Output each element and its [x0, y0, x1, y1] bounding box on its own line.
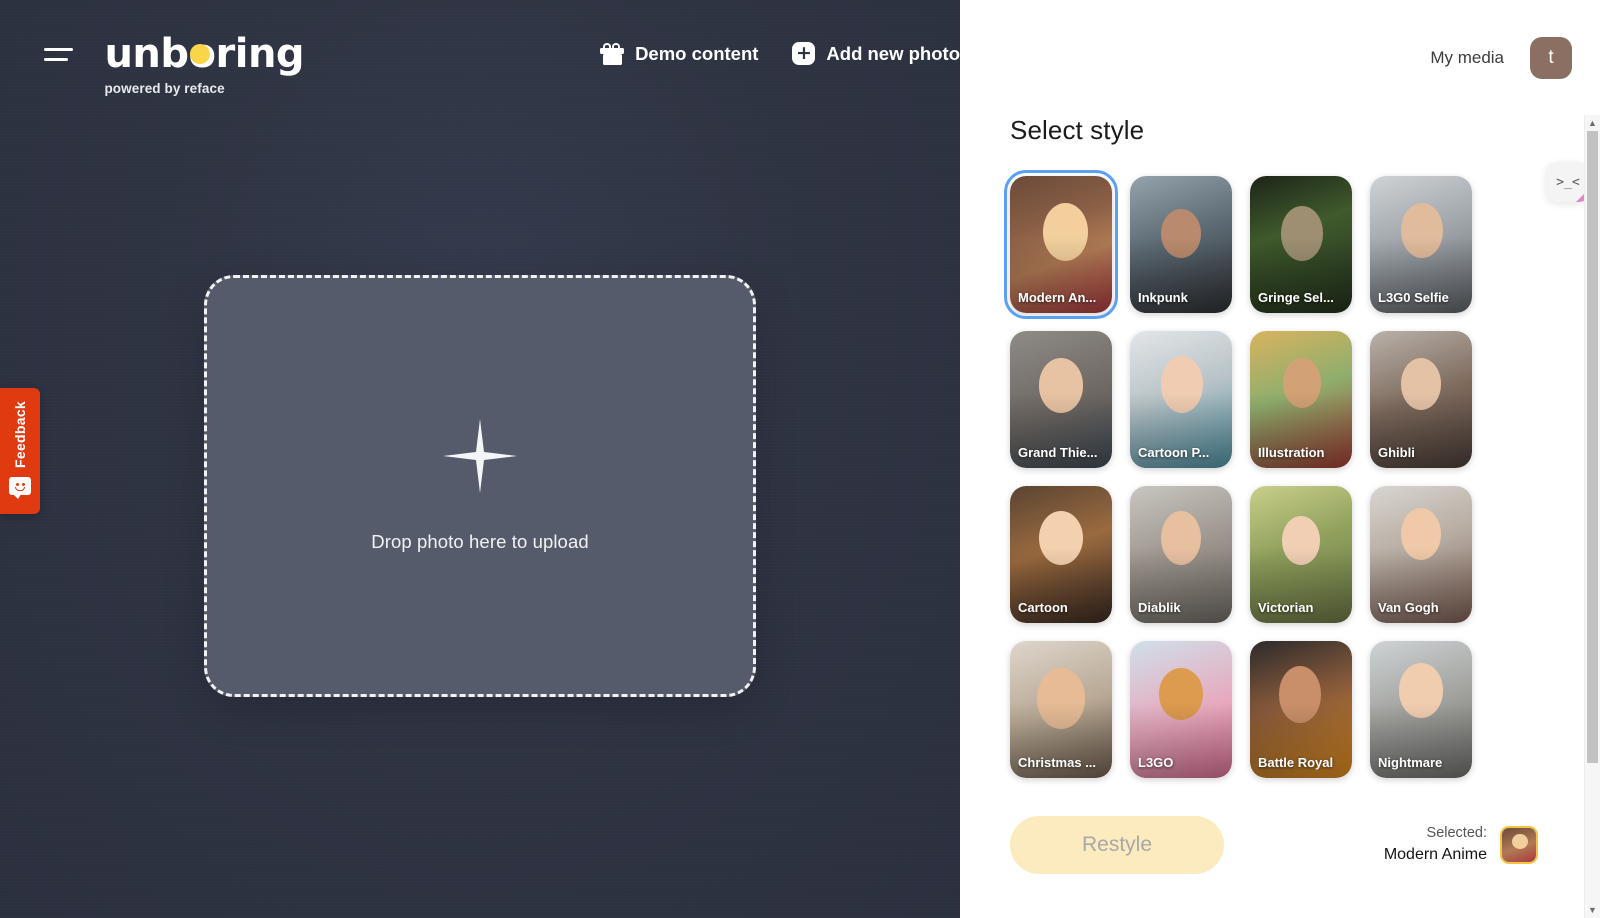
style-label: Cartoon P... — [1138, 445, 1210, 460]
page-title: Select style — [1010, 115, 1145, 145]
photo-dropzone[interactable]: Drop photo here to upload — [204, 275, 756, 697]
left-topbar: unboring powered by reface Demo content … — [0, 0, 960, 118]
style-label: Grand Thie... — [1018, 445, 1098, 460]
right-topbar: My media t — [960, 0, 1600, 115]
selected-style-info: Selected: Modern Anime — [1384, 824, 1538, 865]
panel-footer: Restyle Selected: Modern Anime — [1010, 816, 1600, 874]
demo-content-label: Demo content — [635, 42, 759, 64]
top-actions: Demo content + Add new photo — [600, 42, 960, 65]
style-label: Diablik — [1138, 600, 1181, 615]
plus-icon — [443, 419, 517, 493]
style-card[interactable]: Gringe Sel... — [1250, 176, 1352, 313]
editor-stage: Drop photo here to upload — [0, 86, 960, 886]
gift-icon — [600, 42, 625, 65]
hamburger-line-bottom — [44, 58, 68, 61]
style-card[interactable]: Illustration — [1250, 331, 1352, 468]
style-label: Battle Royal — [1258, 755, 1334, 770]
style-label: Ghibli — [1378, 445, 1415, 460]
my-media-link[interactable]: My media — [1430, 48, 1504, 68]
style-card[interactable]: Cartoon P... — [1130, 331, 1232, 468]
editor-panel: unboring powered by reface Demo content … — [0, 0, 960, 918]
style-label: Christmas ... — [1018, 755, 1097, 770]
add-new-photo-button[interactable]: + Add new photo — [792, 42, 960, 65]
selected-style-thumbnail[interactable] — [1500, 826, 1538, 864]
hamburger-line-top — [44, 48, 73, 51]
scrollbar-thumb[interactable] — [1587, 131, 1598, 763]
plus-icon: + — [792, 42, 816, 65]
style-card[interactable]: L3G0 Selfie — [1370, 176, 1472, 313]
feedback-label: Feedback — [12, 401, 28, 468]
smiley-bubble-icon — [9, 477, 31, 499]
style-card[interactable]: Christmas ... — [1010, 641, 1112, 778]
style-label: L3G0 Selfie — [1378, 290, 1449, 305]
style-panel: My media t Select style Modern An... Inkp… — [960, 0, 1600, 918]
style-card[interactable]: Nightmare — [1370, 641, 1472, 778]
vertical-scrollbar[interactable]: ▲ ▼ — [1584, 115, 1600, 918]
style-label: Cartoon — [1018, 600, 1068, 615]
feedback-tab[interactable]: Feedback — [0, 388, 40, 514]
style-card[interactable]: Victorian — [1250, 486, 1352, 623]
app-root: unboring powered by reface Demo content … — [0, 0, 1600, 918]
dropzone-label: Drop photo here to upload — [371, 531, 589, 552]
brand-logo[interactable]: unboring powered by reface — [104, 34, 304, 96]
style-label: Modern An... — [1018, 290, 1097, 305]
style-card[interactable]: Cartoon — [1010, 486, 1112, 623]
style-label: Nightmare — [1378, 755, 1443, 770]
add-new-photo-label: Add new photo — [826, 42, 960, 64]
style-grid: Modern An... Inkpunk Gringe Sel... L3G0 Sel… — [1004, 170, 1600, 778]
style-card[interactable]: Grand Thie... — [1010, 331, 1112, 468]
style-card[interactable]: Modern An... — [1004, 170, 1118, 319]
style-label: L3GO — [1138, 755, 1174, 770]
scroll-up-arrow-icon[interactable]: ▲ — [1584, 115, 1600, 131]
style-label: Inkpunk — [1138, 290, 1188, 305]
style-card[interactable]: Diablik — [1130, 486, 1232, 623]
hamburger-icon[interactable] — [44, 48, 76, 61]
style-card[interactable]: Van Gogh — [1370, 486, 1472, 623]
style-label: Victorian — [1258, 600, 1314, 615]
style-label: Illustration — [1258, 445, 1325, 460]
demo-content-button[interactable]: Demo content — [600, 42, 759, 65]
style-label: Gringe Sel... — [1258, 290, 1334, 305]
style-card[interactable]: Inkpunk — [1130, 176, 1232, 313]
avatar[interactable]: t — [1530, 36, 1572, 79]
style-card[interactable]: Ghibli — [1370, 331, 1472, 468]
style-label: Van Gogh — [1378, 600, 1439, 615]
style-card[interactable]: Battle Royal — [1250, 641, 1352, 778]
style-panel-body: Select style Modern An... Inkpunk Gringe S… — [960, 115, 1600, 874]
restyle-button[interactable]: Restyle — [1010, 816, 1224, 874]
selected-style-name: Modern Anime — [1383, 845, 1487, 863]
style-card[interactable]: L3GO — [1130, 641, 1232, 778]
brand-tagline: powered by reface — [104, 81, 225, 96]
selected-label: Selected: — [1426, 825, 1487, 842]
scroll-down-arrow-icon[interactable]: ▼ — [1584, 902, 1600, 918]
